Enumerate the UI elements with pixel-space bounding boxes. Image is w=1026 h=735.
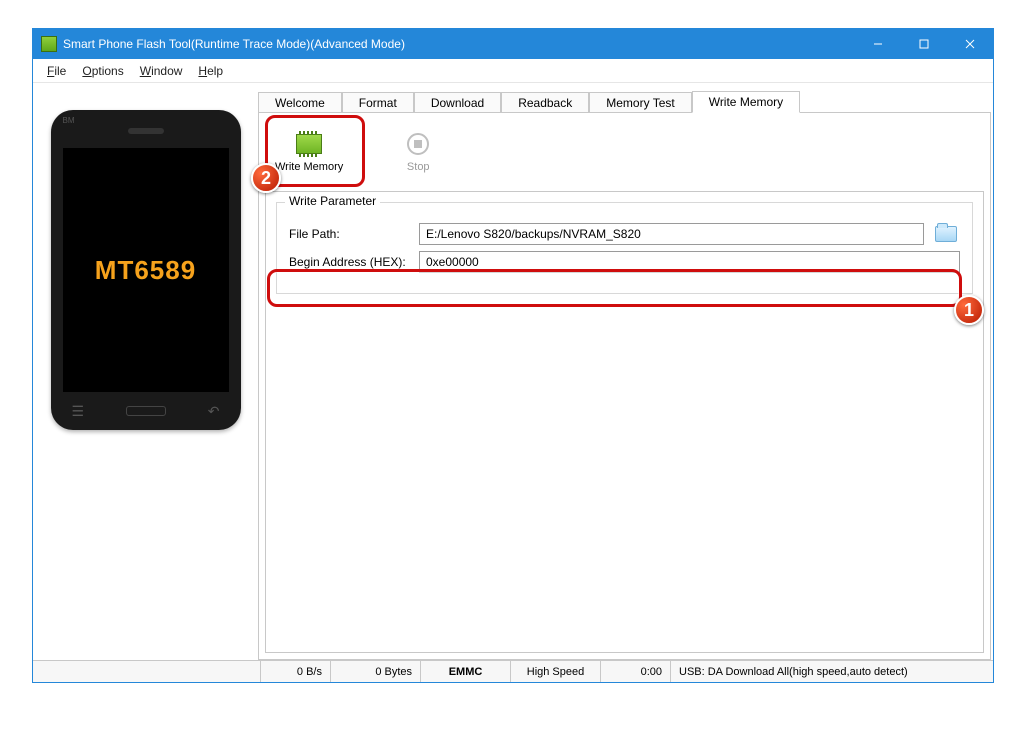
browse-button[interactable] xyxy=(932,223,960,245)
tab-download[interactable]: Download xyxy=(414,92,501,113)
phone-speaker xyxy=(128,128,164,134)
menubar: File Options Window Help xyxy=(33,59,993,83)
home-button-icon xyxy=(126,406,166,416)
window-title: Smart Phone Flash Tool(Runtime Trace Mod… xyxy=(63,37,855,51)
toolbar: Write Memory Stop xyxy=(265,119,984,185)
chip-label: MT6589 xyxy=(95,255,196,286)
stop-button-label: Stop xyxy=(407,161,430,173)
phone-preview: BM MT6589 ☰ ↶ xyxy=(51,110,241,430)
statusbar: 0 B/s 0 Bytes EMMC High Speed 0:00 USB: … xyxy=(33,660,993,682)
status-speed: High Speed xyxy=(511,661,601,682)
menu-options[interactable]: Options xyxy=(74,62,131,80)
back-soft-key-icon: ↶ xyxy=(208,403,220,420)
tab-content: Write Memory Stop Write Parameter File P… xyxy=(258,112,991,660)
write-parameter-group: Write Parameter File Path: Begin Address… xyxy=(276,202,973,294)
minimize-button[interactable] xyxy=(855,29,901,59)
menu-soft-key-icon: ☰ xyxy=(71,403,84,420)
status-usb: USB: DA Download All(high speed,auto det… xyxy=(671,661,993,682)
menu-window[interactable]: Window xyxy=(132,62,191,80)
status-time: 0:00 xyxy=(601,661,671,682)
status-rate: 0 B/s xyxy=(261,661,331,682)
write-memory-button[interactable]: Write Memory xyxy=(275,131,343,173)
tab-bar: Welcome Format Download Readback Memory … xyxy=(258,88,991,112)
stop-button[interactable]: Stop xyxy=(403,131,433,173)
begin-address-label: Begin Address (HEX): xyxy=(289,255,419,269)
begin-address-input[interactable] xyxy=(419,251,960,273)
left-pane: BM MT6589 ☰ ↶ xyxy=(33,84,258,660)
write-memory-button-label: Write Memory xyxy=(275,161,343,173)
phone-brand: BM xyxy=(63,116,75,125)
tab-memory-test[interactable]: Memory Test xyxy=(589,92,691,113)
status-storage: EMMC xyxy=(421,661,511,682)
menu-help[interactable]: Help xyxy=(190,62,231,80)
app-icon xyxy=(41,36,57,52)
close-button[interactable] xyxy=(947,29,993,59)
status-bytes: 0 Bytes xyxy=(331,661,421,682)
file-path-input[interactable] xyxy=(419,223,924,245)
titlebar[interactable]: Smart Phone Flash Tool(Runtime Trace Mod… xyxy=(33,29,993,59)
memory-chip-icon xyxy=(296,134,322,154)
tab-welcome[interactable]: Welcome xyxy=(258,92,342,113)
menu-file[interactable]: File xyxy=(39,62,74,80)
app-window: Smart Phone Flash Tool(Runtime Trace Mod… xyxy=(32,28,994,683)
tab-format[interactable]: Format xyxy=(342,92,414,113)
phone-screen: MT6589 xyxy=(63,148,229,392)
status-empty xyxy=(33,661,261,682)
group-legend: Write Parameter xyxy=(285,194,380,208)
right-pane: Welcome Format Download Readback Memory … xyxy=(258,84,993,660)
file-path-label: File Path: xyxy=(289,227,419,241)
maximize-button[interactable] xyxy=(901,29,947,59)
tab-write-memory[interactable]: Write Memory xyxy=(692,91,800,113)
stop-icon xyxy=(407,133,429,155)
tab-readback[interactable]: Readback xyxy=(501,92,589,113)
folder-icon xyxy=(935,226,957,242)
content-scroll: Write Parameter File Path: Begin Address… xyxy=(265,191,984,653)
